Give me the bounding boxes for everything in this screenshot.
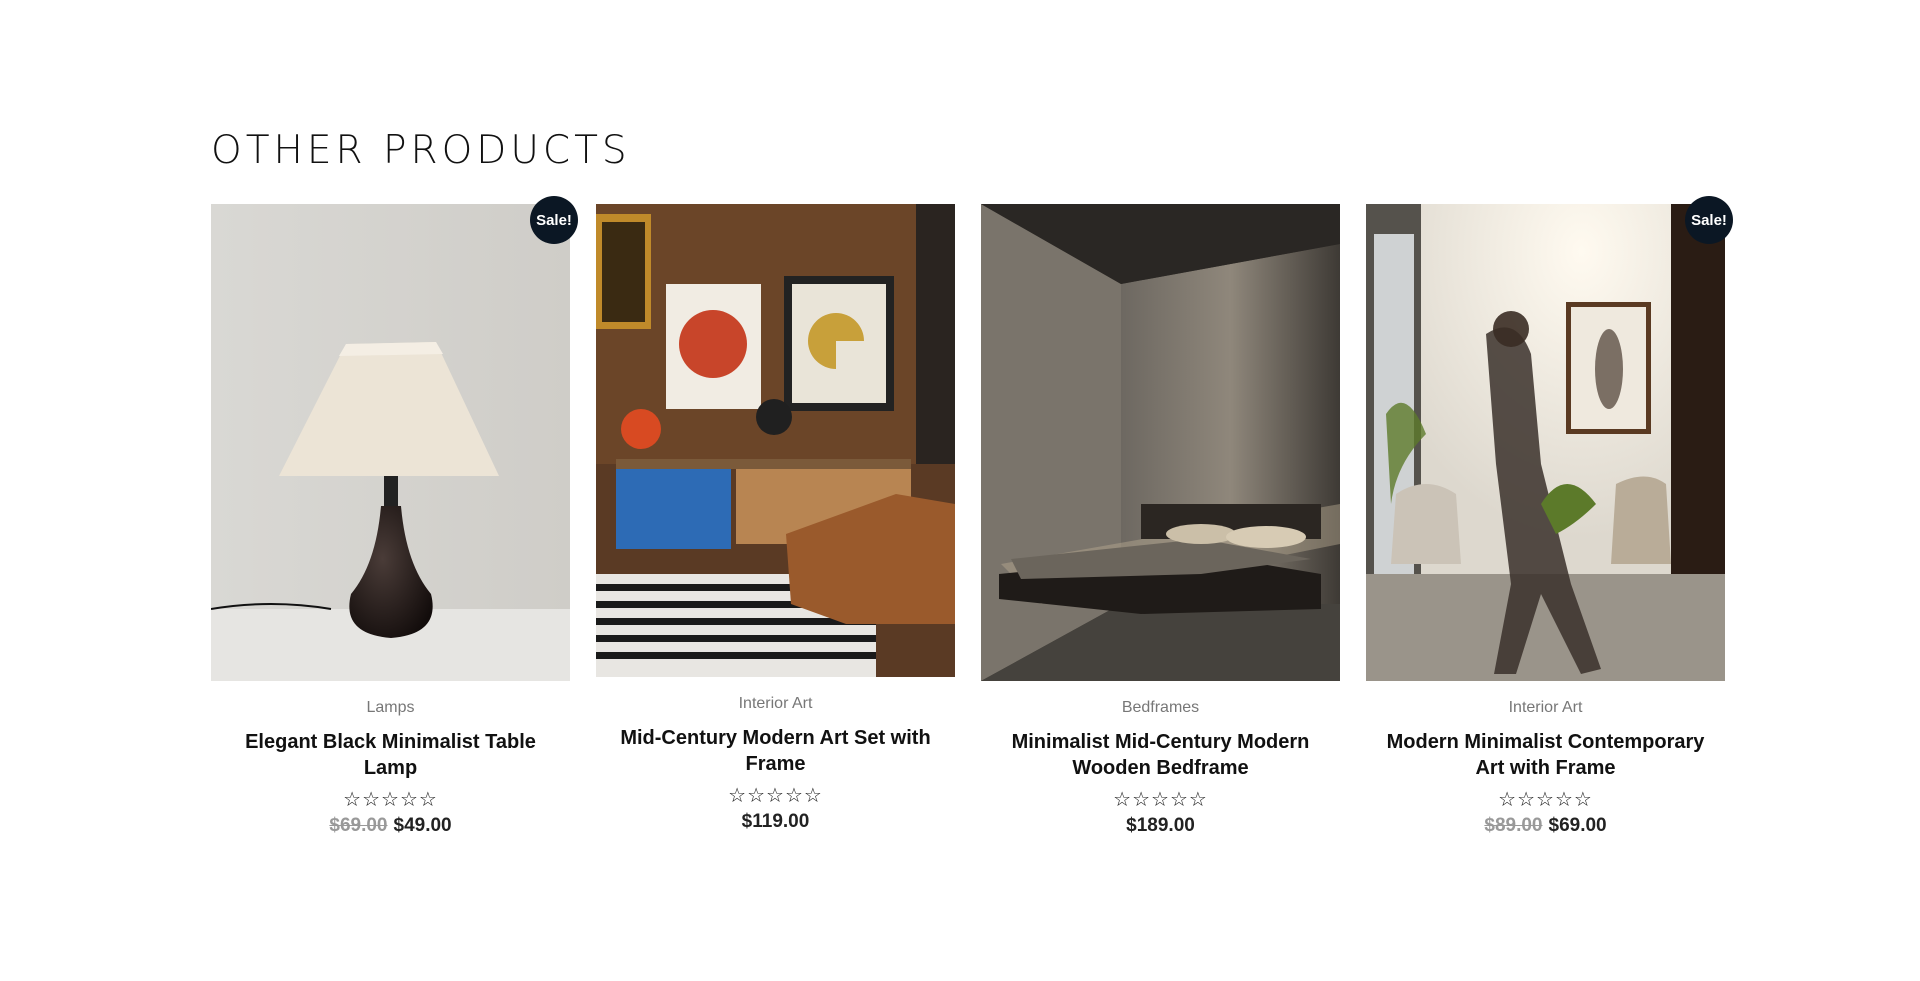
product-title[interactable]: Minimalist Mid-Century Modern Wooden Bed…: [981, 729, 1340, 781]
rating-stars: ☆☆☆☆☆: [343, 789, 438, 811]
section-title: OTHER PRODUCTS: [211, 128, 631, 173]
sale-badge: Sale!: [1685, 196, 1733, 244]
art-room-photo: [596, 204, 955, 677]
product-image-lamp[interactable]: [211, 204, 570, 681]
product-price: $89.00 $69.00: [1366, 815, 1725, 837]
product-image-art-set[interactable]: [596, 204, 955, 677]
product-price: $189.00: [981, 815, 1340, 837]
table-lamp-photo: [211, 204, 570, 681]
product-category[interactable]: Lamps: [211, 699, 570, 717]
rating-stars: ☆☆☆☆☆: [1113, 789, 1208, 811]
product-title[interactable]: Elegant Black Minimalist Table Lamp: [211, 729, 570, 781]
product-category[interactable]: Bedframes: [981, 699, 1340, 717]
product-grid: Sale! Lamps Elegant Black Minimalist Tab…: [211, 196, 1733, 884]
product-card[interactable]: Bedframes Minimalist Mid-Century Modern …: [981, 204, 1340, 837]
gallery-walk-photo: [1366, 204, 1725, 681]
product-image-contemporary-art[interactable]: [1366, 204, 1725, 681]
product-category[interactable]: Interior Art: [596, 695, 955, 713]
sale-badge: Sale!: [530, 196, 578, 244]
product-title[interactable]: Modern Minimalist Contemporary Art with …: [1366, 729, 1725, 781]
product-price: $69.00 $49.00: [211, 815, 570, 837]
price: $119.00: [741, 811, 810, 832]
product-title[interactable]: Mid-Century Modern Art Set with Frame: [596, 725, 955, 777]
sale-price: $69.00: [1548, 815, 1607, 836]
rating-stars: ☆☆☆☆☆: [1498, 789, 1593, 811]
product-category[interactable]: Interior Art: [1366, 699, 1725, 717]
product-card[interactable]: Sale! Lamps Elegant Black Minimalist Tab…: [211, 196, 578, 837]
bedroom-photo: [981, 204, 1340, 681]
product-card[interactable]: Sale! Interior Art Modern Minimalist Con…: [1366, 196, 1733, 837]
sale-price: $49.00: [393, 815, 452, 836]
product-price: $119.00: [596, 811, 955, 833]
product-card[interactable]: Interior Art Mid-Century Modern Art Set …: [596, 204, 955, 833]
old-price: $69.00: [329, 815, 388, 836]
price: $189.00: [1126, 815, 1195, 836]
old-price: $89.00: [1484, 815, 1543, 836]
product-image-bedframe[interactable]: [981, 204, 1340, 681]
rating-stars: ☆☆☆☆☆: [728, 785, 823, 807]
